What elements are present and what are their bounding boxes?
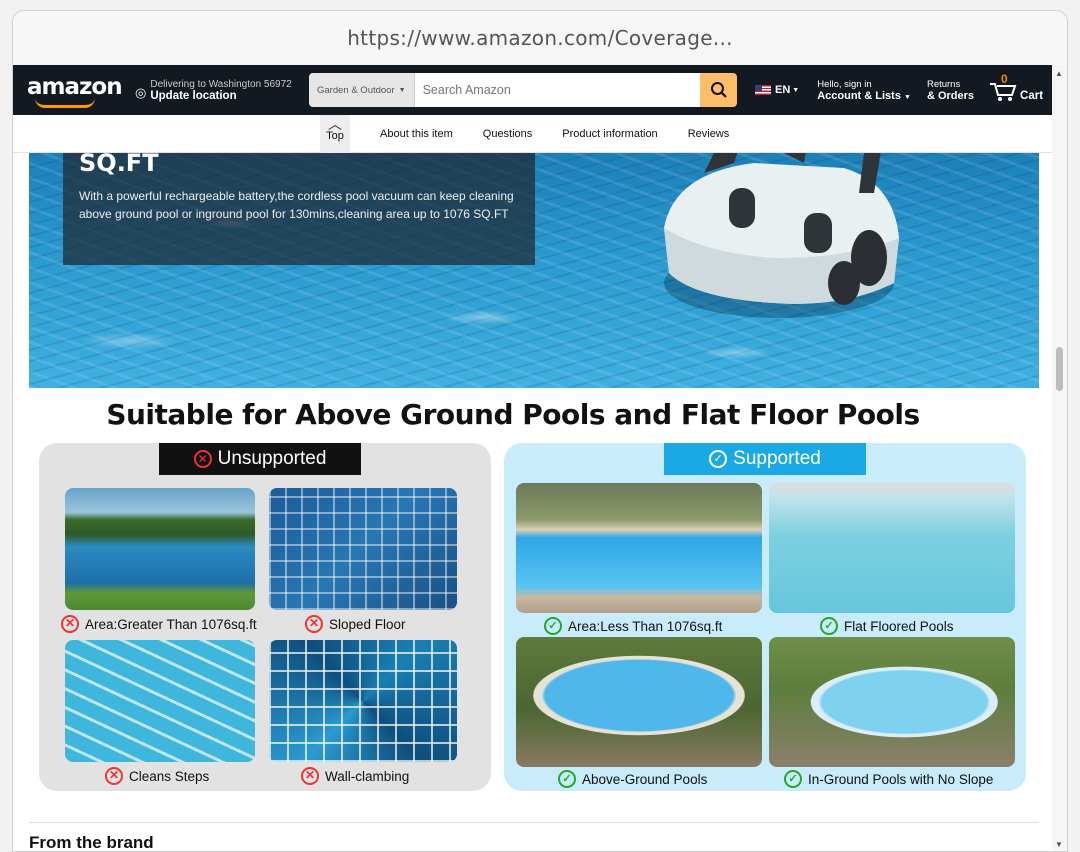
- scrollbar-thumb[interactable]: [1056, 347, 1063, 391]
- search-input[interactable]: [414, 73, 700, 107]
- from-the-brand-heading: From the brand: [29, 833, 154, 852]
- scroll-down-icon[interactable]: ▼: [1055, 840, 1063, 849]
- x-circle-icon: ✕: [301, 767, 319, 785]
- location-pin-icon: ◎: [135, 84, 147, 100]
- deliver-to[interactable]: ◎ Delivering to Washington 56972 Update …: [135, 79, 295, 102]
- logo-text: amazon: [27, 74, 123, 100]
- account-lists[interactable]: Hello, sign in Account & Lists ▼: [817, 79, 911, 102]
- browser-window: https://www.amazon.com/Coverage... amazo…: [12, 10, 1068, 852]
- check-circle-icon: ✓: [544, 617, 562, 635]
- subnav-questions[interactable]: Questions: [483, 128, 533, 140]
- check-circle-icon: ✓: [784, 770, 802, 788]
- check-circle-icon: ✓: [709, 450, 728, 468]
- product-subnav: ︿ Top About this item Questions Product …: [13, 114, 1053, 153]
- account-line1: Hello, sign in: [817, 78, 872, 90]
- banner-textbox: SQ.FT With a powerful rechargeable batte…: [63, 153, 535, 265]
- supported-panel: ✓ Supported ✓ Area:Less Than 1076sq.ft ✓ F…: [504, 443, 1026, 791]
- caret-down-icon: ▼: [398, 86, 406, 94]
- flat-floor-pool-image: [769, 483, 1015, 613]
- supported-caption: ✓ Flat Floored Pools: [820, 617, 954, 635]
- language-selector[interactable]: EN ▼: [755, 84, 799, 96]
- check-circle-icon: ✓: [820, 617, 838, 635]
- unsupported-caption: ✕ Sloped Floor: [305, 615, 406, 633]
- x-circle-icon: ✕: [193, 450, 212, 468]
- banner-body: With a powerful rechargeable battery,the…: [79, 189, 514, 221]
- supported-label: Supported: [733, 448, 821, 469]
- subnav-about-item[interactable]: About this item: [380, 128, 453, 140]
- check-circle-icon: ✓: [558, 770, 576, 788]
- caret-down-icon: ▼: [792, 86, 800, 94]
- supported-caption: ✓ In-Ground Pools with No Slope: [784, 770, 993, 788]
- small-pool-image: [516, 483, 762, 613]
- unsupported-tag: ✕ Unsupported: [159, 443, 361, 475]
- address-bar[interactable]: https://www.amazon.com/Coverage...: [13, 11, 1067, 65]
- cart-label: Cart: [1020, 90, 1044, 102]
- x-circle-icon: ✕: [305, 615, 323, 633]
- logo-smile-icon: [35, 98, 95, 108]
- suitable-heading: Suitable for Above Ground Pools and Flat…: [106, 398, 920, 431]
- search-category-label: Garden & Outdoor: [317, 84, 395, 96]
- amazon-header: amazon ◎ Delivering to Washington 56972 …: [13, 65, 1053, 115]
- orders-line1: Returns: [926, 78, 961, 90]
- subnav-reviews[interactable]: Reviews: [688, 128, 730, 140]
- unsupported-caption: ✕ Area:Greater Than 1076sq.ft: [61, 615, 257, 633]
- supported-caption: ✓ Area:Less Than 1076sq.ft: [544, 617, 722, 635]
- page-scrollbar[interactable]: ▲ ▼: [1052, 65, 1067, 851]
- banner-title: SQ.FT: [79, 153, 159, 177]
- amazon-logo[interactable]: amazon: [27, 72, 123, 108]
- large-pool-image: [65, 488, 255, 610]
- sloped-floor-image: [269, 488, 457, 610]
- search-icon: [710, 82, 727, 98]
- section-divider: [29, 822, 1039, 823]
- pool-steps-image: [65, 640, 255, 762]
- unsupported-caption: ✕ Wall-clambing: [301, 767, 409, 785]
- search-category-dropdown[interactable]: Garden & Outdoor ▼: [309, 73, 415, 107]
- above-ground-pool-image: [516, 637, 762, 767]
- language-label: EN: [775, 84, 791, 96]
- scroll-up-icon[interactable]: ▲: [1055, 69, 1063, 78]
- back-to-top-button[interactable]: ︿ Top: [320, 114, 350, 153]
- us-flag-icon: [755, 85, 771, 95]
- url-text: https://www.amazon.com/Coverage...: [347, 26, 733, 50]
- x-circle-icon: ✕: [105, 767, 123, 785]
- unsupported-label: Unsupported: [217, 448, 327, 469]
- search-bar: Garden & Outdoor ▼: [309, 73, 737, 107]
- product-banner-image: SQ.FT With a powerful rechargeable batte…: [29, 153, 1039, 388]
- unsupported-caption: ✕ Cleans Steps: [105, 767, 209, 785]
- supported-caption: ✓ Above-Ground Pools: [558, 770, 707, 788]
- top-label: Top: [326, 129, 344, 142]
- search-button[interactable]: [700, 73, 737, 107]
- x-circle-icon: ✕: [61, 615, 79, 633]
- subnav-product-info[interactable]: Product information: [562, 128, 657, 140]
- unsupported-panel: ✕ Unsupported ✕ Area:Greater Than 1076sq.…: [39, 443, 491, 791]
- account-line2: Account & Lists ▼: [817, 89, 911, 102]
- deliver-line1: Delivering to Washington 56972: [150, 78, 292, 90]
- chevron-up-icon: ︿: [328, 115, 342, 132]
- deliver-line2: Update location: [150, 89, 237, 102]
- cart-button[interactable]: 0 Cart: [988, 72, 1044, 102]
- cart-count: 0: [1001, 72, 1008, 86]
- pool-wall-image: [269, 640, 457, 762]
- in-ground-pool-image: [769, 637, 1015, 767]
- pool-robot-image: [664, 153, 899, 318]
- orders-line2: & Orders: [926, 89, 975, 102]
- returns-orders[interactable]: Returns & Orders: [927, 79, 974, 102]
- supported-tag: ✓ Supported: [664, 443, 866, 475]
